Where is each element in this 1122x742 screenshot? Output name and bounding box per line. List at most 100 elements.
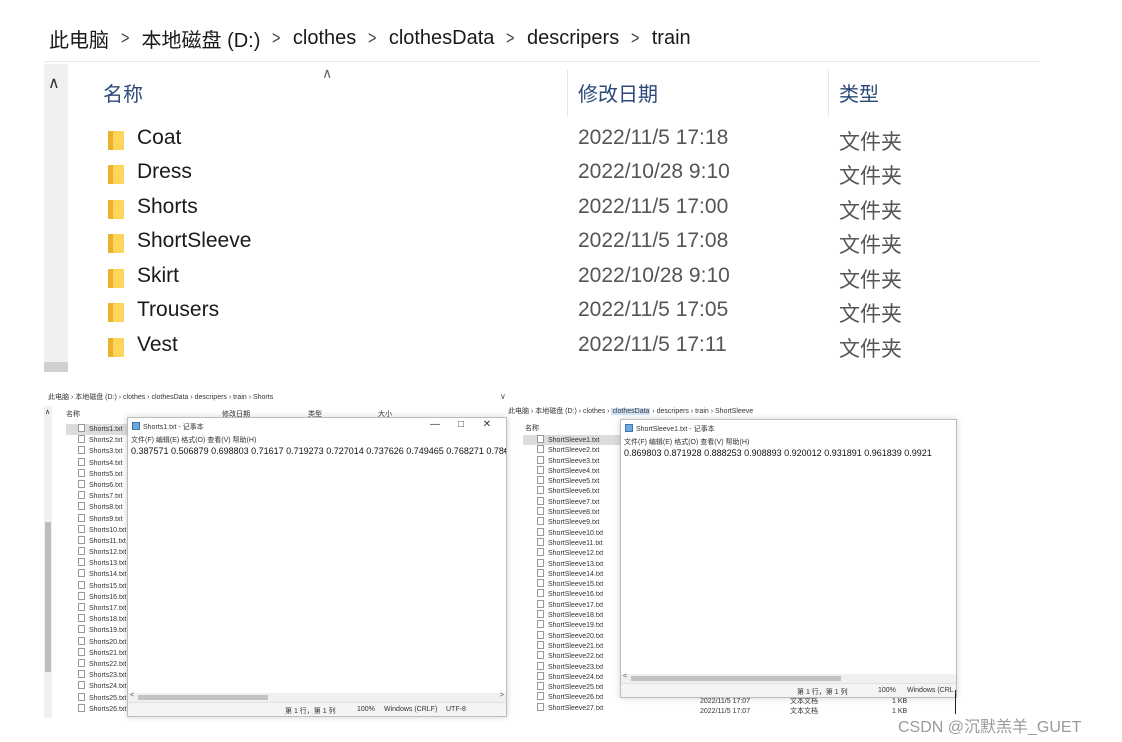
column-header-name[interactable]: 名称 <box>66 409 80 419</box>
minimize-icon[interactable]: — <box>422 419 448 430</box>
maximize-icon[interactable]: □ <box>448 419 474 430</box>
folder-row-dress[interactable]: Dress 2022/10/28 9:10 文件夹 <box>100 157 1000 191</box>
breadcrumb-item-clothesdata[interactable]: clothesData <box>611 408 651 415</box>
column-header-modified[interactable]: 修改日期 <box>578 78 658 107</box>
list-item[interactable]: ShortSleeve27.txt <box>523 702 623 713</box>
text-file-icon <box>78 446 85 455</box>
text-file-icon <box>78 535 85 544</box>
column-divider[interactable] <box>567 70 568 116</box>
list-item[interactable]: ShortSleeve23.txt <box>523 661 623 672</box>
list-item[interactable]: ShortSleeve3.txt <box>523 455 623 466</box>
list-item[interactable]: ShortSleeve14.txt <box>523 568 623 579</box>
list-item[interactable]: ShortSleeve7.txt <box>523 496 623 507</box>
list-item[interactable]: ShortSleeve5.txt <box>523 476 623 486</box>
scrollbar-thumb[interactable] <box>44 362 68 372</box>
column-header-name[interactable]: 名称 <box>103 78 143 107</box>
folder-type: 文件夹 <box>839 165 902 188</box>
horizontal-scrollbar[interactable]: < <box>621 673 956 683</box>
breadcrumb-item-this-pc[interactable]: 此电脑 <box>47 24 111 53</box>
window-title: Shorts1.txt - 记事本 <box>132 422 204 432</box>
menu-format[interactable]: 格式(O) <box>674 439 698 446</box>
menu-view[interactable]: 查看(V) <box>700 439 723 446</box>
menu-edit[interactable]: 编辑(E) <box>156 437 179 444</box>
chevron-right-icon[interactable]: > <box>272 28 280 49</box>
list-item[interactable]: ShortSleeve4.txt <box>523 465 623 476</box>
breadcrumb-item-drive-d[interactable]: 本地磁盘 (D:) <box>140 24 263 53</box>
text-file-icon <box>78 513 85 522</box>
menu-format[interactable]: 格式(O) <box>181 437 205 444</box>
list-item[interactable]: ShortSleeve11.txt <box>523 537 623 548</box>
text-file-icon <box>537 610 544 619</box>
list-item[interactable]: ShortSleeve13.txt <box>523 558 623 569</box>
menu-view[interactable]: 查看(V) <box>207 437 230 444</box>
folder-row-coat[interactable]: Coat 2022/11/5 17:18 文件夹 <box>100 123 1000 157</box>
column-header-name[interactable]: 名称 <box>525 423 539 433</box>
scrollbar-thumb[interactable] <box>138 695 268 700</box>
notepad-window-shortsleeve[interactable]: ShortSleeve1.txt - 记事本 文件(F) 编辑(E) 格式(O)… <box>620 419 957 698</box>
close-icon[interactable]: ✕ <box>474 419 500 430</box>
list-item[interactable]: ShortSleeve12.txt <box>523 548 623 558</box>
folder-name: Trousers <box>137 298 220 321</box>
breadcrumb-item-clothes[interactable]: clothes <box>291 27 358 50</box>
list-item[interactable]: ShortSleeve21.txt <box>523 640 623 651</box>
scroll-up-icon[interactable]: ∧ <box>48 76 60 92</box>
folder-row-shortsleeve[interactable]: ShortSleeve 2022/11/5 17:08 文件夹 <box>100 226 1000 260</box>
scroll-up-icon[interactable]: ∧ <box>45 408 50 416</box>
menu-file[interactable]: 文件(F) <box>624 439 647 446</box>
list-item[interactable]: ShortSleeve6.txt <box>523 486 623 496</box>
list-item[interactable]: ShortSleeve20.txt <box>523 630 623 641</box>
scroll-left-icon[interactable]: < <box>623 673 627 680</box>
text-editor-content[interactable]: 0.869803 0.871928 0.888253 0.908893 0.92… <box>624 448 932 458</box>
breadcrumb[interactable]: 此电脑 › 本地磁盘 (D:) › clothes › clothesData … <box>48 392 273 402</box>
folder-icon <box>108 338 124 357</box>
chevron-right-icon[interactable]: > <box>368 28 376 49</box>
menu-edit[interactable]: 编辑(E) <box>649 439 672 446</box>
folder-row-skirt[interactable]: Skirt 2022/10/28 9:10 文件夹 <box>100 261 1000 295</box>
scrollbar-thumb[interactable] <box>45 522 51 672</box>
folder-row-shorts[interactable]: Shorts 2022/11/5 17:00 文件夹 <box>100 192 1000 226</box>
scrollbar-thumb[interactable] <box>631 676 841 681</box>
list-item[interactable]: ShortSleeve10.txt <box>523 527 623 538</box>
list-item[interactable]: ShortSleeve2.txt <box>523 445 623 455</box>
chevron-right-icon[interactable]: > <box>506 28 514 49</box>
chevron-right-icon[interactable]: > <box>631 28 639 49</box>
list-item[interactable]: ShortSleeve25.txt <box>523 682 623 692</box>
list-item[interactable]: ShortSleeve18.txt <box>523 610 623 620</box>
horizontal-scrollbar[interactable]: < > <box>128 692 506 702</box>
text-file-icon <box>537 527 544 536</box>
list-item[interactable]: ShortSleeve17.txt <box>523 599 623 610</box>
breadcrumb-item-clothesdata[interactable]: clothesData <box>387 27 497 50</box>
table-row[interactable]: 2022/11/5 17:07 文本文档 1 KB <box>700 707 907 717</box>
chevron-down-icon[interactable]: ∨ <box>500 392 506 401</box>
chevron-right-icon[interactable]: > <box>121 28 129 49</box>
menu-help[interactable]: 帮助(H) <box>233 437 257 444</box>
list-item[interactable]: ShortSleeve15.txt <box>523 579 623 589</box>
list-item[interactable]: ShortSleeve1.txt <box>523 435 623 446</box>
column-divider[interactable] <box>828 70 829 116</box>
list-item[interactable]: ShortSleeve19.txt <box>523 620 623 630</box>
breadcrumb-item-descripers[interactable]: descripers <box>525 27 621 50</box>
file-type: 文本文档 <box>790 698 819 705</box>
list-item[interactable]: ShortSleeve24.txt <box>523 671 623 682</box>
scroll-left-icon[interactable]: < <box>130 692 134 699</box>
list-item[interactable]: ShortSleeve16.txt <box>523 589 623 599</box>
vertical-scrollbar[interactable]: ∧ <box>44 64 68 372</box>
list-item[interactable]: ShortSleeve8.txt <box>523 507 623 517</box>
list-item[interactable]: ShortSleeve9.txt <box>523 517 623 527</box>
vertical-scrollbar[interactable]: ∧ <box>44 406 52 718</box>
folder-row-vest[interactable]: Vest 2022/11/5 17:11 文件夹 <box>100 330 1000 364</box>
menu-help[interactable]: 帮助(H) <box>726 439 750 446</box>
text-editor-content[interactable]: 0.387571 0.506879 0.698803 0.71617 0.719… <box>131 446 506 456</box>
text-file-icon <box>537 589 544 598</box>
list-item[interactable]: ShortSleeve22.txt <box>523 651 623 661</box>
menu-file[interactable]: 文件(F) <box>131 437 154 444</box>
scroll-right-icon[interactable]: > <box>500 692 504 699</box>
breadcrumb-item-train[interactable]: train <box>650 27 693 50</box>
text-file-icon <box>78 591 85 600</box>
notepad-window-shorts[interactable]: Shorts1.txt - 记事本 — □ ✕ 文件(F) 编辑(E) 格式(O… <box>127 417 507 717</box>
folder-row-trousers[interactable]: Trousers 2022/11/5 17:05 文件夹 <box>100 295 1000 329</box>
table-row[interactable]: 2022/11/5 17:07 文本文档 1 KB <box>700 697 907 707</box>
list-item[interactable]: ShortSleeve26.txt <box>523 692 623 702</box>
column-header-type[interactable]: 类型 <box>839 78 879 107</box>
breadcrumb[interactable]: 此电脑 › 本地磁盘 (D:) › clothes › clothesData … <box>508 406 753 416</box>
